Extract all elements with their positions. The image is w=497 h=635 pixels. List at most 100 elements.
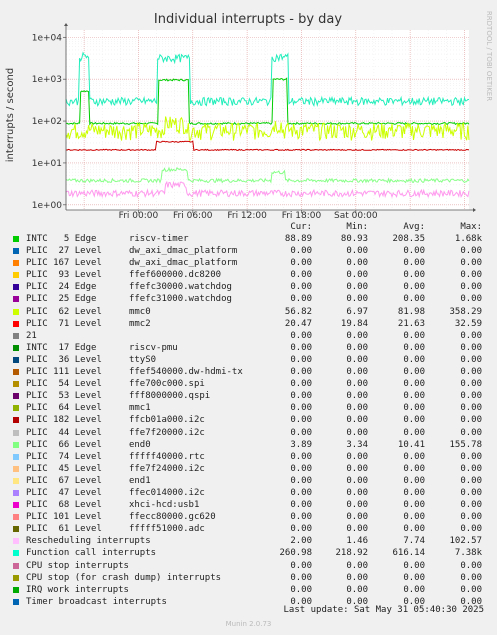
legend-swatch: [13, 502, 19, 509]
legend-cur-value: 0.00: [290, 475, 312, 486]
legend-swatch: [13, 308, 19, 315]
legend-swatch: [13, 320, 19, 327]
legend-avg-value: 616.14: [392, 548, 425, 559]
legend-avg-value: 21.63: [397, 318, 425, 329]
legend-cur-value: 0.00: [290, 512, 312, 523]
legend-label: PLIC 64 Level mmc1: [26, 403, 151, 414]
legend-cur-value: 0.00: [290, 294, 312, 305]
legend-min-value: 0.00: [346, 391, 368, 402]
legend-avg-value: 0.00: [403, 584, 425, 595]
legend-cur-value: 0.00: [290, 560, 312, 571]
legend-cur-value: 0.00: [290, 403, 312, 414]
legend-swatch: [13, 344, 19, 351]
legend-label: PLIC 74 Level fffff40000.rtc: [26, 451, 205, 462]
legend-max-value: 0.00: [460, 330, 482, 341]
x-axis-arrow: [473, 208, 476, 212]
legend-row: PLIC 71 Level mmc2 20.47 19.84 21.63 32.59: [10, 318, 490, 330]
legend-row: PLIC 24 Edge ffefc30000.watchdog 0.00 0.00…: [10, 281, 490, 293]
legend-avg-value: 0.00: [403, 451, 425, 462]
legend-label: PLIC 182 Level ffcb01a000.i2c: [26, 415, 205, 426]
legend-swatch: [13, 453, 19, 460]
legend: Cur: Min: Avg: Max: INTC 5 Edge riscv-ti…: [10, 221, 490, 608]
legend-avg-value: 0.00: [403, 487, 425, 498]
legend-min-value: 0.00: [346, 367, 368, 378]
legend-label: PLIC 62 Level mmc0: [26, 306, 151, 317]
legend-label: PLIC 25 Edge ffefc31000.watchdog: [26, 294, 232, 305]
legend-swatch: [13, 332, 19, 339]
legend-row: PLIC 182 Level ffcb01a000.i2c 0.00 0.00 0.0…: [10, 414, 490, 426]
legend-label: IRQ work interrupts: [26, 584, 129, 595]
legend-cur-value: 0.00: [290, 415, 312, 426]
legend-row: PLIC 67 Level end1 0.00 0.00 0.00 0.00: [10, 475, 490, 487]
legend-label: Rescheduling interrupts: [26, 536, 151, 547]
legend-swatch: [13, 550, 19, 557]
legend-max-value: 0.00: [460, 524, 482, 535]
legend-label: PLIC 53 Level fff8000000.qspi: [26, 391, 211, 402]
legend-min-value: 0.00: [346, 403, 368, 414]
legend-swatch: [13, 538, 19, 545]
legend-avg-value: 0.00: [403, 379, 425, 390]
x-tick-label: Fri 18:00: [282, 211, 322, 220]
legend-row: 21 0.00 0.00 0.00 0.00: [10, 330, 490, 342]
legend-cur-value: 260.98: [279, 548, 312, 559]
legend-row: PLIC 54 Level ffe700c000.spi 0.00 0.00 0.00…: [10, 378, 490, 390]
legend-min-value: 0.00: [346, 258, 368, 269]
legend-label: PLIC 45 Level ffe7f24000.i2c: [26, 463, 205, 474]
legend-avg-value: 0.00: [403, 294, 425, 305]
rrdtool-credit: RRDTOOL / TOBI OETIKER: [485, 11, 493, 101]
legend-max-value: 0.00: [460, 379, 482, 390]
legend-min-value: 218.92: [335, 548, 368, 559]
legend-swatch: [13, 429, 19, 436]
legend-min-value: 0.00: [346, 475, 368, 486]
legend-max-value: 0.00: [460, 475, 482, 486]
legend-min-value: 0.00: [346, 572, 368, 583]
x-tick-label: Sat 00:00: [334, 211, 378, 220]
legend-avg-value: 0.00: [403, 367, 425, 378]
legend-swatch: [13, 248, 19, 255]
legend-min-value: 0.00: [346, 487, 368, 498]
legend-row: PLIC 93 Level ffef600000.dc8200 0.00 0.00 0…: [10, 269, 490, 281]
legend-avg-value: 81.98: [397, 306, 425, 317]
legend-cur-value: 0.00: [290, 270, 312, 281]
legend-row: CPU stop interrupts 0.00 0.00 0.00 0.00: [10, 560, 490, 572]
legend-max-value: 0.00: [460, 282, 482, 293]
legend-max-value: 0.00: [460, 391, 482, 402]
legend-label: Function call interrupts: [26, 548, 157, 559]
legend-swatch: [13, 514, 19, 521]
legend-cur-value: 0.00: [290, 463, 312, 474]
legend-label: PLIC 66 Level end0: [26, 439, 151, 450]
legend-label: PLIC 54 Level ffe700c000.spi: [26, 379, 205, 390]
legend-row: PLIC 25 Edge ffefc31000.watchdog 0.00 0.00…: [10, 293, 490, 305]
legend-swatch: [13, 369, 19, 376]
legend-cur-value: 0.00: [290, 246, 312, 257]
legend-label: PLIC 93 Level ffef600000.dc8200: [26, 270, 222, 281]
legend-min-value: 0.00: [346, 354, 368, 365]
legend-min-value: 6.97: [346, 306, 368, 317]
plot-area: [66, 30, 469, 210]
legend-max-value: 7.38k: [454, 548, 482, 559]
legend-min-value: 0.00: [346, 584, 368, 595]
legend-label: INTC 5 Edge riscv-timer: [26, 234, 189, 244]
legend-avg-value: 0.00: [403, 475, 425, 486]
legend-label: PLIC 47 Level ffec014000.i2c: [26, 487, 205, 498]
y-tick-label: 1e+00: [32, 201, 63, 211]
legend-min-value: 0.00: [346, 463, 368, 474]
legend-max-value: 0.00: [460, 451, 482, 462]
legend-min-value: 1.46: [346, 536, 368, 547]
legend-row: Function call interrupts 260.98 218.92 616.…: [10, 547, 490, 559]
legend-swatch: [13, 562, 19, 569]
legend-row: Rescheduling interrupts 2.00 1.46 7.74 102.5…: [10, 535, 490, 547]
legend-avg-value: 208.35: [392, 234, 425, 244]
legend-max-value: 0.00: [460, 270, 482, 281]
legend-cur-value: 88.89: [284, 234, 312, 244]
last-update: Last update: Sat May 31 05:40:30 2025: [283, 605, 484, 615]
legend-max-value: 0.00: [460, 258, 482, 269]
legend-avg-value: 0.00: [403, 560, 425, 571]
legend-header: Cur: Min: Avg: Max:: [10, 221, 490, 233]
legend-label: PLIC 101 Level ffecc80000.gc620: [26, 512, 216, 523]
legend-row: PLIC 47 Level ffec014000.i2c 0.00 0.00 0.00…: [10, 487, 490, 499]
legend-max-value: 0.00: [460, 427, 482, 438]
legend-cur-value: 0.00: [290, 367, 312, 378]
header-cur: Cur:: [290, 222, 312, 232]
legend-cur-value: 0.00: [290, 584, 312, 595]
